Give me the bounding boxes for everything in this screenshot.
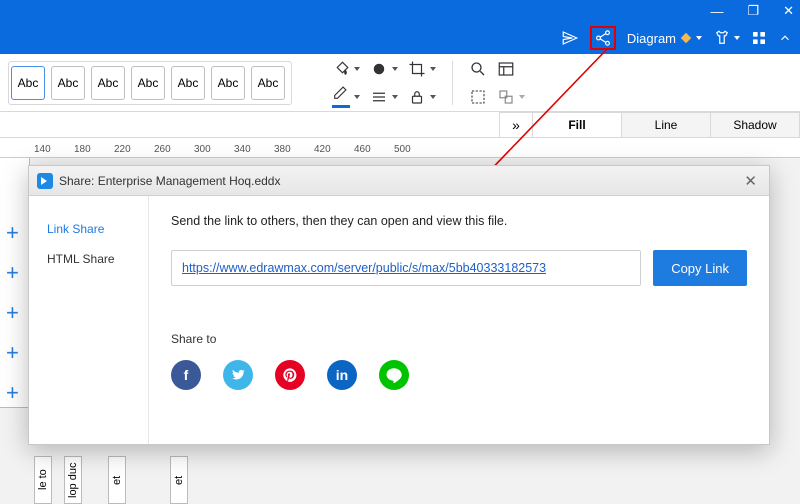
app-menubar: Diagram	[0, 22, 800, 54]
tshirt-menu[interactable]	[713, 29, 740, 47]
send-icon[interactable]	[561, 29, 579, 47]
style-preset[interactable]: Abc	[91, 66, 125, 100]
paint-bucket-icon	[332, 60, 350, 78]
horizontal-ruler: 140 180 220 260 300 340 380 420 460 500	[0, 138, 800, 158]
chevron-down-icon	[430, 95, 436, 99]
lock-icon	[408, 88, 426, 106]
close-window-button[interactable]: ✕	[783, 3, 794, 19]
chevron-down-icon	[354, 67, 360, 71]
chevron-down-icon	[696, 36, 702, 40]
plus-handle[interactable]: +	[6, 300, 19, 326]
minimize-button[interactable]: —	[710, 4, 723, 19]
lock-tool[interactable]	[408, 86, 436, 108]
pen-tool[interactable]	[332, 86, 360, 108]
layout-icon	[497, 60, 515, 78]
tab-line[interactable]: Line	[621, 112, 711, 137]
style-preset[interactable]: Abc	[211, 66, 245, 100]
plus-handle[interactable]: +	[6, 260, 19, 286]
apps-icon[interactable]	[751, 30, 767, 46]
canvas-cell: lop duc	[64, 456, 82, 504]
chevron-down-icon	[392, 95, 398, 99]
facebook-icon[interactable]: f	[171, 360, 201, 390]
chevron-down-icon	[430, 67, 436, 71]
crop-icon	[408, 60, 426, 78]
share-url-link[interactable]: https://www.edrawmax.com/server/public/s…	[182, 261, 546, 275]
share-url-field[interactable]: https://www.edrawmax.com/server/public/s…	[171, 250, 641, 286]
chevron-down-icon	[354, 95, 360, 99]
tab-shadow[interactable]: Shadow	[710, 112, 800, 137]
dialog-title: Share: Enterprise Management Hoq.eddx	[59, 174, 280, 188]
share-description: Send the link to others, then they can o…	[171, 214, 747, 228]
side-panel-tabs: » Fill Line Shadow	[0, 112, 800, 138]
chevron-down-icon	[734, 36, 740, 40]
diamond-icon	[679, 31, 693, 45]
search-tool[interactable]	[469, 58, 487, 80]
window-titlebar: — ❐ ✕	[0, 0, 800, 22]
canvas-cell: et	[170, 456, 188, 504]
group-tool[interactable]	[497, 86, 525, 108]
style-gallery[interactable]: Abc Abc Abc Abc Abc Abc Abc	[8, 61, 292, 105]
diagram-menu[interactable]: Diagram	[627, 31, 702, 46]
style-preset[interactable]: Abc	[131, 66, 165, 100]
selection-icon	[469, 88, 487, 106]
crop-tool[interactable]	[408, 58, 436, 80]
dialog-main: Send the link to others, then they can o…	[149, 196, 769, 444]
chevron-down-icon	[519, 95, 525, 99]
linkedin-icon[interactable]: in	[327, 360, 357, 390]
lines-icon	[370, 88, 388, 106]
plus-handle[interactable]: +	[6, 220, 19, 246]
share-dialog: Share: Enterprise Management Hoq.eddx ✕ …	[28, 165, 770, 445]
plus-handle[interactable]: +	[6, 380, 19, 406]
chevron-down-icon	[392, 67, 398, 71]
dialog-sidebar: Link Share HTML Share	[29, 196, 149, 444]
dialog-close-button[interactable]: ✕	[740, 172, 761, 190]
style-preset[interactable]: Abc	[251, 66, 285, 100]
style-preset[interactable]: Abc	[11, 66, 45, 100]
tshirt-icon	[713, 29, 731, 47]
style-preset[interactable]: Abc	[51, 66, 85, 100]
pen-icon	[332, 85, 350, 99]
plus-handle[interactable]: +	[6, 340, 19, 366]
maximize-button[interactable]: ❐	[747, 3, 759, 19]
canvas-cell: le to	[34, 456, 52, 504]
sidebar-item-link-share[interactable]: Link Share	[29, 214, 148, 244]
circle-icon	[370, 60, 388, 78]
dialog-titlebar: Share: Enterprise Management Hoq.eddx ✕	[29, 166, 769, 196]
group-icon	[497, 88, 515, 106]
copy-link-button[interactable]: Copy Link	[653, 250, 747, 286]
tab-fill[interactable]: Fill	[532, 112, 622, 137]
twitter-icon[interactable]	[223, 360, 253, 390]
canvas-cell: et	[108, 456, 126, 504]
search-icon	[469, 60, 487, 78]
expand-panel-button[interactable]: »	[499, 112, 533, 137]
social-buttons: f in	[171, 360, 747, 390]
fill-tool[interactable]	[332, 58, 360, 80]
layout-tool[interactable]	[497, 58, 525, 80]
select-tool[interactable]	[469, 86, 487, 108]
ribbon: Abc Abc Abc Abc Abc Abc Abc	[0, 54, 800, 112]
line-style-tool[interactable]	[370, 86, 398, 108]
style-preset[interactable]: Abc	[171, 66, 205, 100]
shape-tool[interactable]	[370, 58, 398, 80]
collapse-icon[interactable]	[778, 31, 792, 45]
app-logo-icon	[37, 173, 53, 189]
share-icon[interactable]	[590, 26, 616, 50]
sidebar-item-html-share[interactable]: HTML Share	[29, 244, 148, 274]
share-to-label: Share to	[171, 332, 747, 346]
line-icon[interactable]	[379, 360, 409, 390]
pinterest-icon[interactable]	[275, 360, 305, 390]
